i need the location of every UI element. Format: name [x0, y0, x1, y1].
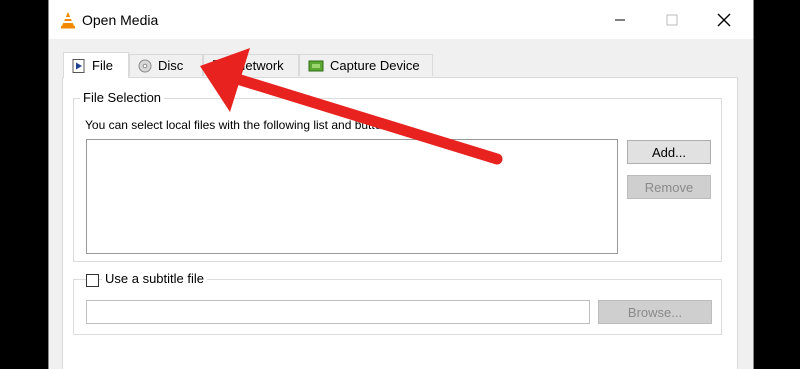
browse-button[interactable]: Browse...	[598, 300, 712, 324]
close-icon	[717, 13, 731, 27]
tab-disc-label: Disc	[158, 58, 184, 73]
window-title: Open Media	[82, 12, 159, 28]
tab-network[interactable]: Network	[203, 54, 299, 76]
subtitle-checkbox[interactable]	[86, 274, 99, 287]
tab-strip: File Disc Network Capture Device	[49, 52, 753, 78]
close-button[interactable]	[709, 8, 739, 32]
disc-icon	[138, 59, 152, 72]
tab-file-label: File	[92, 58, 113, 73]
subtitle-file-input[interactable]	[86, 300, 590, 324]
file-selection-legend: File Selection	[80, 90, 165, 105]
maximize-button[interactable]	[657, 8, 687, 32]
file-list[interactable]	[86, 139, 618, 254]
file-selection-description: You can select local files with the foll…	[85, 118, 398, 132]
play-file-icon	[72, 58, 85, 73]
subtitle-group: Use a subtitle file Browse...	[73, 271, 722, 335]
subtitle-checkbox-label: Use a subtitle file	[102, 271, 207, 286]
tab-disc[interactable]: Disc	[129, 54, 203, 76]
minimize-icon	[615, 19, 625, 21]
file-selection-group: File Selection You can select local file…	[73, 90, 722, 262]
minimize-button[interactable]	[605, 8, 635, 32]
capture-device-icon	[308, 60, 324, 71]
title-bar[interactable]: Open Media	[49, 0, 753, 39]
open-media-dialog: Open Media File Disc Network Capture Dev…	[48, 0, 754, 369]
maximize-icon	[666, 14, 678, 26]
file-tab-panel: File Selection You can select local file…	[62, 77, 738, 369]
vlc-cone-icon	[61, 12, 75, 29]
tab-file[interactable]: File	[63, 52, 129, 78]
tab-capture-device-label: Capture Device	[330, 58, 420, 73]
remove-button[interactable]: Remove	[627, 175, 711, 199]
tab-capture-device[interactable]: Capture Device	[299, 54, 433, 76]
network-icon	[213, 59, 229, 69]
add-button[interactable]: Add...	[627, 140, 711, 164]
tab-network-label: Network	[236, 58, 284, 73]
